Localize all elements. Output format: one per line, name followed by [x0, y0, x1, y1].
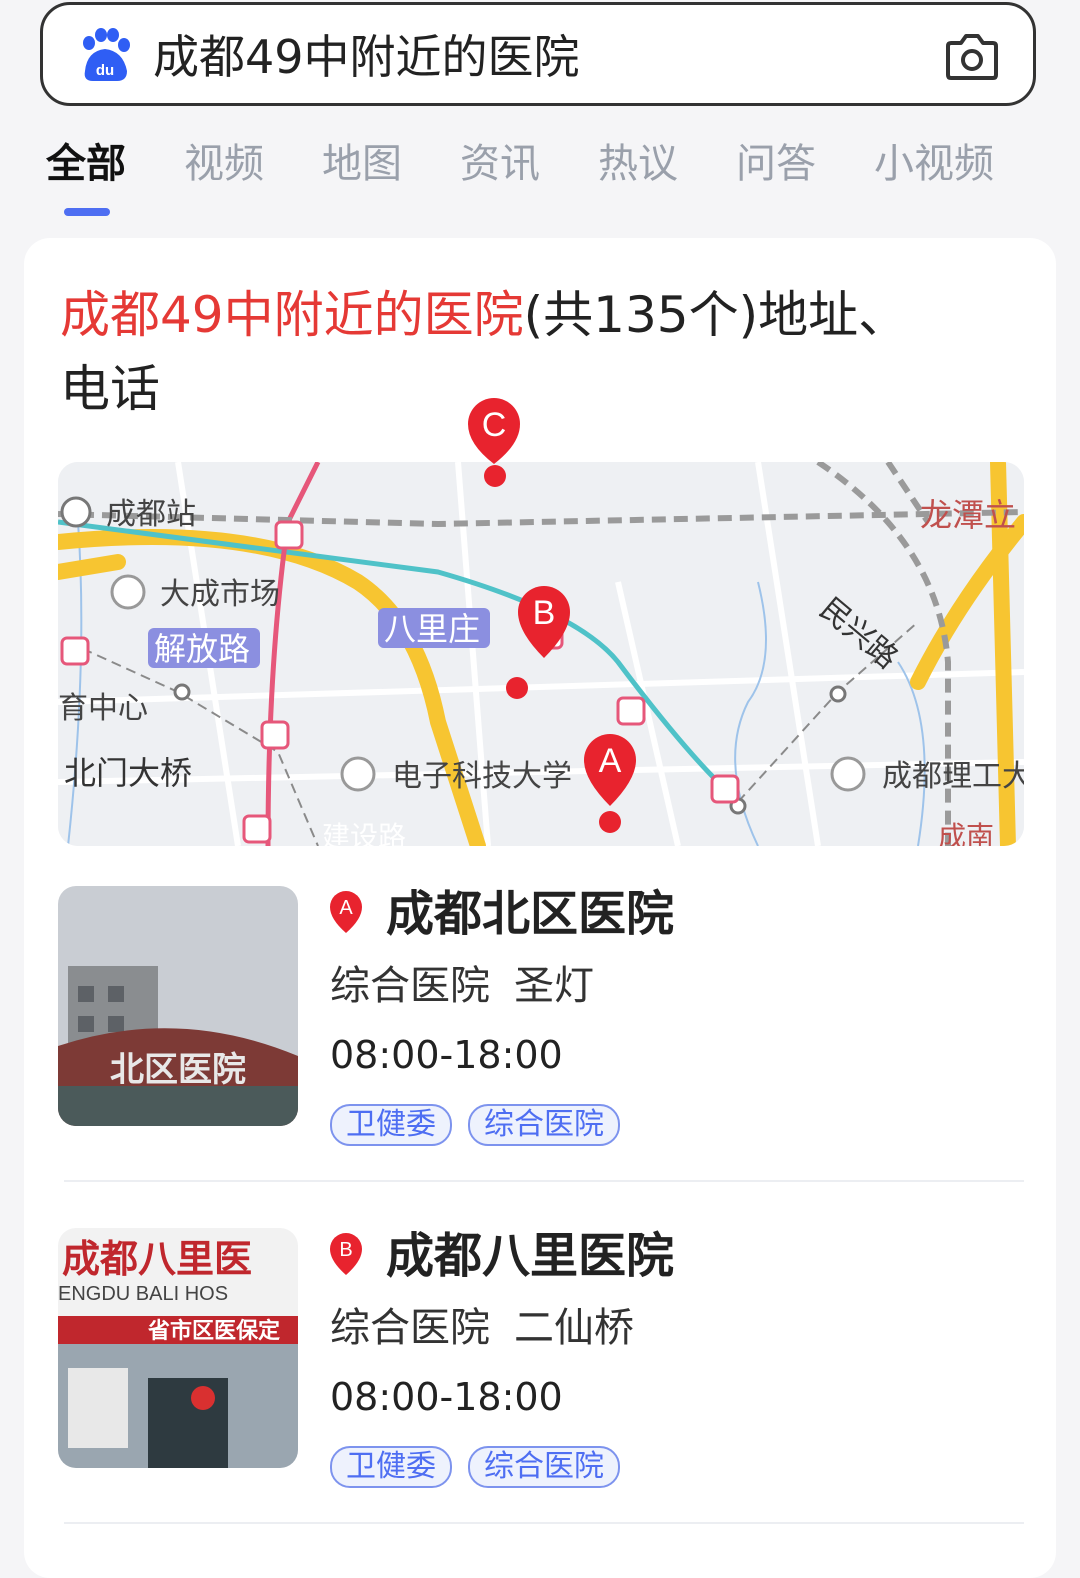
map-label-bali-zhuang: 八里庄 [384, 610, 480, 648]
baidu-paw-icon: du [83, 28, 130, 81]
svg-text:B: B [339, 1239, 352, 1261]
hospital-hours: 08:00-18:00 [330, 1033, 563, 1077]
hospital-photo: 成都八里医 ENGDU BALI HOS 省市区医保定 [58, 1228, 298, 1468]
svg-text:du: du [96, 62, 114, 79]
hospital-name[interactable]: 成都八里医院 [386, 1228, 674, 1284]
map-graphic: 成都站 大成市场 育中心 北门大桥 电子科技大学 成都理工大 建设路 成南 龙潭… [58, 462, 1024, 846]
tab-discussion[interactable]: 热议 [598, 138, 678, 190]
divider [64, 1522, 1024, 1524]
photo-sign-2: 省市区医保定 [147, 1318, 280, 1344]
marker-c-label: C [482, 406, 507, 444]
search-input[interactable]: 成都49中附近的医院 [153, 27, 580, 87]
tab-news[interactable]: 资讯 [460, 138, 540, 190]
map-label-jianshe-road: 建设路 [322, 820, 406, 846]
hospital-item[interactable]: 北区医院 A 成都北区医院 综合医院 圣灯 08:00-18:00 卫健委 综合医… [58, 886, 1024, 1186]
map-view[interactable]: 成都站 大成市场 育中心 北门大桥 电子科技大学 成都理工大 建设路 成南 龙潭… [58, 462, 1024, 846]
map-label-cdut: 成都理工大 [882, 759, 1024, 794]
result-card: 成都49中附近的医院(共135个)地址、 电话 成都站 大成市场 育中心 北门大… [24, 238, 1056, 1578]
tab-qa[interactable]: 问答 [736, 138, 816, 190]
map-label-beimen-bridge: 北门大桥 [64, 754, 192, 792]
hospital-tags: 卫健委 综合医院 [330, 1446, 620, 1488]
hospital-area: 二仙桥 [514, 1305, 634, 1351]
map-label-chengnan: 成南 [938, 820, 994, 846]
tag-badge: 综合医院 [468, 1446, 620, 1488]
tab-all[interactable]: 全部 [46, 138, 126, 190]
result-title-rest: (共135个)地址、 [523, 286, 909, 344]
tab-bar: 全部 视频 地图 资讯 热议 问答 小视频 [0, 130, 1080, 220]
hospital-meta: 综合医院 圣灯 [330, 960, 594, 1012]
photo-sign: 北区医院 [110, 1050, 246, 1090]
hospital-hours: 08:00-18:00 [330, 1375, 563, 1419]
tag-badge: 综合医院 [468, 1104, 620, 1146]
hospital-name[interactable]: 成都北区医院 [386, 886, 674, 942]
active-tab-indicator [64, 208, 110, 216]
result-title[interactable]: 成都49中附近的医院(共135个)地址、 电话 [60, 278, 1020, 426]
map-label-chengdu-station: 成都站 [106, 497, 196, 532]
hospital-photo: 北区医院 [58, 886, 298, 1126]
photo-sign-en: ENGDU BALI HOS [58, 1283, 228, 1305]
tag-badge: 卫健委 [330, 1446, 452, 1488]
search-bar[interactable]: du 成都49中附近的医院 [40, 2, 1036, 106]
marker-a-icon: A [330, 891, 362, 933]
tab-video[interactable]: 视频 [184, 138, 264, 190]
map-label-uestc: 电子科技大学 [392, 759, 572, 794]
result-title-highlight: 成都49中附近的医院 [60, 286, 524, 344]
svg-text:A: A [339, 897, 353, 919]
marker-a-label: A [599, 742, 622, 780]
marker-b-label: B [533, 594, 556, 632]
result-title-rest-2: 电话 [60, 360, 160, 418]
marker-b-icon: B [330, 1233, 362, 1275]
tab-short-video[interactable]: 小视频 [874, 138, 994, 190]
tab-map[interactable]: 地图 [322, 138, 402, 190]
hospital-category: 综合医院 [330, 1305, 490, 1351]
map-label-dacheng-market: 大成市场 [160, 577, 280, 612]
map-label-jiefang-road: 解放路 [154, 630, 250, 668]
divider [64, 1180, 1024, 1182]
map-label-longtan: 龙潭立 [920, 496, 1016, 534]
hospital-category: 综合医院 [330, 963, 490, 1009]
camera-icon[interactable] [945, 31, 999, 81]
hospital-tags: 卫健委 综合医院 [330, 1104, 620, 1146]
photo-sign-cn: 成都八里医 [62, 1236, 252, 1281]
map-label-yu-center: 育中心 [58, 691, 148, 726]
tag-badge: 卫健委 [330, 1104, 452, 1146]
hospital-item[interactable]: 成都八里医 ENGDU BALI HOS 省市区医保定 B 成都八里医院 综合医… [58, 1228, 1024, 1528]
hospital-area: 圣灯 [514, 963, 594, 1009]
hospital-meta: 综合医院 二仙桥 [330, 1302, 634, 1354]
map-marker-c[interactable]: C [464, 394, 524, 464]
map-marker-c-point[interactable] [484, 465, 506, 487]
